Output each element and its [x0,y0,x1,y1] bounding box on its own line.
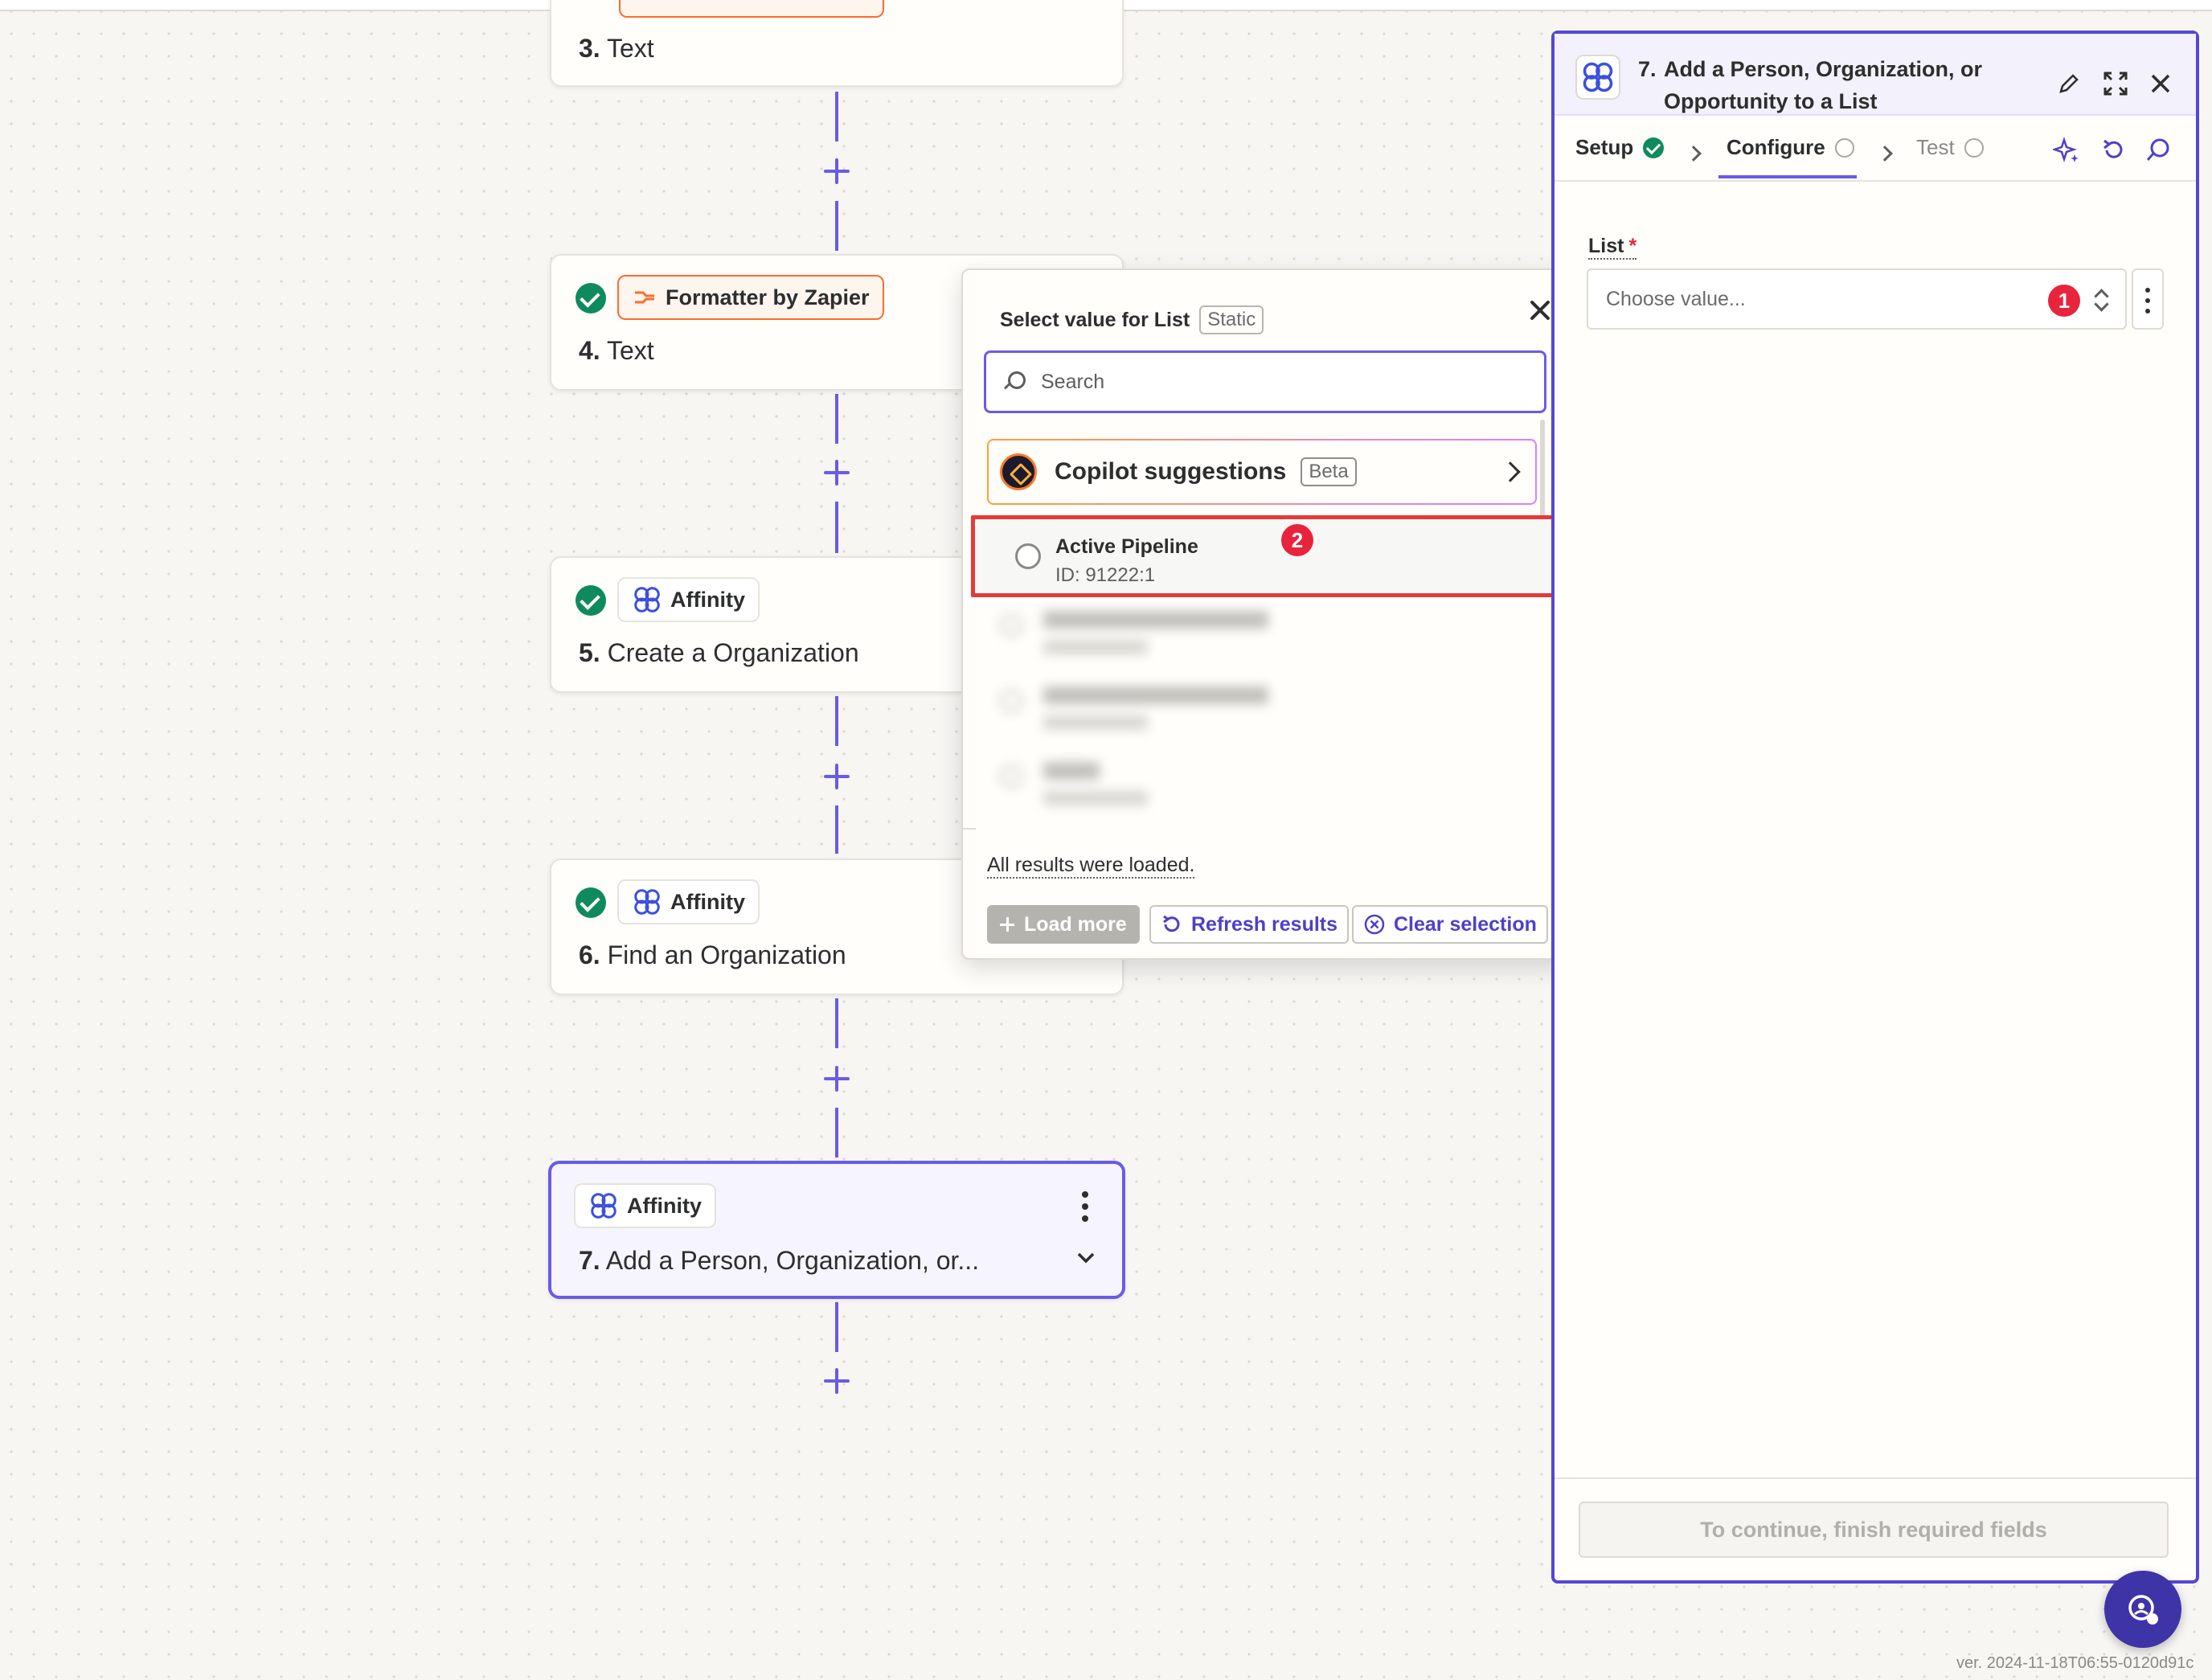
success-check-icon [576,585,606,616]
add-step-plus-icon[interactable] [821,457,853,489]
load-more-button[interactable]: Load more [987,905,1140,944]
static-tag: Static [1199,305,1264,334]
affinity-logo-icon [591,1193,616,1219]
success-check-icon [1643,137,1665,158]
undo-icon[interactable] [2099,137,2127,164]
copilot-suggestions-row[interactable]: Copilot suggestions Beta [987,439,1537,505]
connector-line [835,998,838,1048]
affinity-logo-icon [634,587,660,613]
step-title: 6. Find an Organization [579,940,846,969]
field-label-list: List * [1588,235,1637,260]
plus-icon [998,916,1016,933]
annotation-badge-2: 2 [1281,524,1313,556]
step-title: 5. Create a Organization [579,638,859,667]
tab-configure[interactable]: Configure [1727,135,1854,160]
tab-test[interactable]: Test [1916,135,1984,160]
connector-line [835,201,838,251]
list-select-field[interactable]: Choose value... 1 [1587,268,2127,330]
step-card-7-selected[interactable]: Affinity 7. Add a Person, Organization, … [548,1161,1125,1299]
beta-tag: Beta [1301,457,1357,486]
refresh-icon [1163,915,1180,932]
add-step-plus-icon[interactable] [821,1063,853,1095]
active-tab-indicator [1718,175,1857,178]
chevron-down-icon[interactable] [1074,1246,1098,1270]
connector-line [835,1108,838,1158]
app-badge-affinity: Affinity [617,879,760,924]
annotation-badge-1: 1 [2048,285,2080,317]
help-chat-icon [2128,1595,2158,1625]
connector-line [835,696,838,746]
connector-line [835,805,838,854]
app-badge-affinity: Affinity [617,577,760,622]
panel-header: 7. Add a Person, Organization, or Opport… [1555,34,2196,116]
step-title: 7. Add a Person, Organization, or... [579,1246,980,1275]
divider [1555,1477,2196,1479]
tab-setup[interactable]: Setup [1575,135,1665,160]
app-badge-affinity: Affinity [574,1183,716,1228]
step-title: 4. Text [579,336,654,365]
refresh-results-button[interactable]: Refresh results [1149,905,1350,944]
option-label: Active Pipeline [1055,535,1198,558]
list-value-dropdown: Select value for List Static Copilot sug… [961,268,1569,960]
step-config-panel: 7. Add a Person, Organization, or Opport… [1551,31,2199,1584]
step-card-3[interactable]: 3. Text [550,0,1124,87]
affinity-logo-icon [1575,55,1620,100]
search-input[interactable] [984,350,1546,413]
step-menu-kebab-icon[interactable] [1082,1191,1088,1227]
clear-circle-icon [1364,914,1385,935]
comment-search-icon[interactable] [2144,137,2172,164]
step-title: 3. Text [579,34,654,63]
add-step-plus-icon[interactable] [821,1365,853,1397]
dropdown-title: Select value for List Static [1000,305,1264,334]
version-text: ver. 2024-11-18T06:55-0120d91c [1956,1654,2194,1672]
blurred-option[interactable] [995,686,1477,730]
connector-line [835,1302,838,1352]
search-icon [1003,371,1026,392]
select-placeholder: Choose value... [1606,288,1746,310]
formatter-badge-partial [619,0,884,18]
continue-button[interactable]: To continue, finish required fields [1579,1502,2169,1558]
connector-line [835,394,838,444]
add-step-plus-icon[interactable] [821,155,853,187]
copilot-label: Copilot suggestions [1055,458,1287,485]
success-check-icon [576,887,606,918]
close-icon[interactable] [2146,69,2175,98]
chevron-right-icon [1500,461,1521,482]
connector-line [835,92,838,141]
panel-title: 7. Add a Person, Organization, or Opport… [1638,57,1983,113]
edit-pencil-icon[interactable] [2054,69,2083,98]
clear-selection-button[interactable]: Clear selection [1352,905,1548,944]
field-options-kebab-icon[interactable] [2132,268,2164,330]
success-check-icon [576,283,606,313]
clock-status-icon [1964,137,1984,158]
pending-status-icon [1834,137,1854,158]
expand-icon[interactable] [2101,69,2130,98]
sparkle-ai-icon[interactable] [2053,137,2080,164]
help-chat-button[interactable] [2104,1571,2181,1648]
formatter-icon [635,291,654,304]
panel-tabs: Setup Configure Test [1555,116,2196,182]
app-badge-formatter: Formatter by Zapier [617,275,884,320]
list-option-active-pipeline[interactable]: Active Pipeline ID: 91222:1 [971,515,1556,597]
results-status: All results were loaded. [987,854,1195,879]
connector-line [835,502,838,553]
select-updown-icon [2093,288,2108,313]
list-fade [963,825,1567,849]
add-step-plus-icon[interactable] [821,760,853,793]
radio-button[interactable] [1015,543,1041,569]
option-id: ID: 91222:1 [1055,564,1156,586]
affinity-logo-icon [634,889,660,915]
blurred-option[interactable] [995,762,1477,805]
copilot-logo-icon [1000,453,1037,490]
chevron-right-icon [1686,145,1702,162]
chevron-right-icon [1877,145,1893,162]
divider [963,828,976,830]
blurred-option[interactable] [995,611,1477,654]
